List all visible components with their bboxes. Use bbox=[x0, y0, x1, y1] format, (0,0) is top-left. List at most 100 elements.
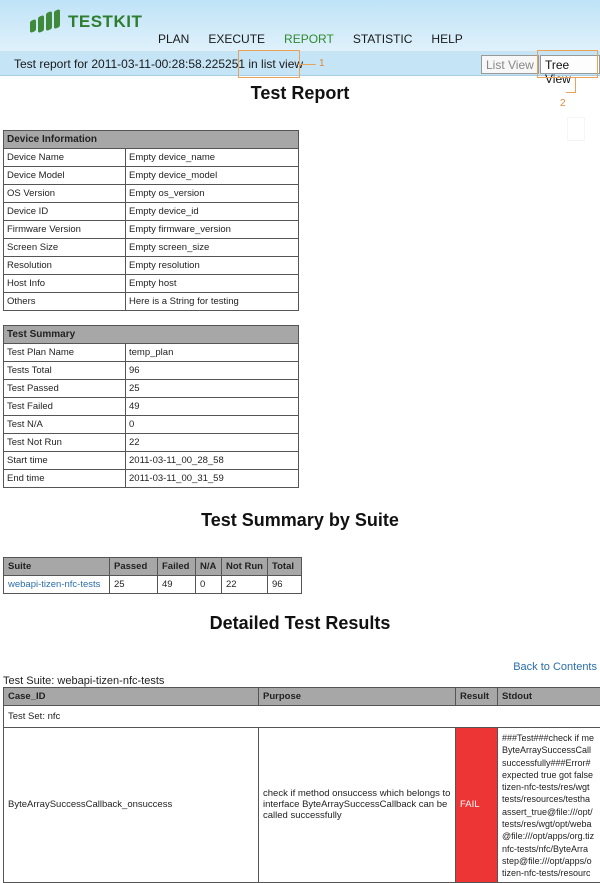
logo-icon bbox=[30, 10, 64, 34]
nav-plan[interactable]: PLAN bbox=[158, 32, 189, 46]
summary-value: 0 bbox=[126, 416, 299, 434]
summary-value: 22 bbox=[126, 434, 299, 452]
detailed-results-title: Detailed Test Results bbox=[0, 613, 600, 634]
testkit-logo[interactable]: TESTKIT bbox=[30, 10, 142, 34]
summary-key: Start time bbox=[4, 452, 126, 470]
annotation-leader-1 bbox=[300, 64, 316, 65]
back-to-contents-link[interactable]: Back to Contents bbox=[513, 661, 597, 673]
info-key: OS Version bbox=[4, 185, 126, 203]
col-passed: Passed bbox=[110, 558, 158, 576]
col-failed: Failed bbox=[158, 558, 196, 576]
nav-statistic[interactable]: STATISTIC bbox=[353, 32, 413, 46]
summary-key: Test Plan Name bbox=[4, 344, 126, 362]
suite-summary-title: Test Summary by Suite bbox=[0, 510, 600, 531]
col-total: Total bbox=[268, 558, 302, 576]
annotation-box-tree-view bbox=[537, 50, 598, 78]
info-key: Firmware Version bbox=[4, 221, 126, 239]
suite-label: Test Suite: webapi-tizen-nfc-tests bbox=[3, 675, 164, 687]
col-not-run: Not Run bbox=[222, 558, 268, 576]
summary-key: Test Failed bbox=[4, 398, 126, 416]
col-stdout: Stdout bbox=[498, 688, 600, 706]
passed-count: 25 bbox=[110, 576, 158, 594]
nav-execute[interactable]: EXECUTE bbox=[208, 32, 265, 46]
summary-key: Test Passed bbox=[4, 380, 126, 398]
info-key: Host Info bbox=[4, 275, 126, 293]
info-value: Empty firmware_version bbox=[126, 221, 299, 239]
summary-value: 2011-03-11_00_28_58 bbox=[126, 452, 299, 470]
detailed-results-table: Case_ID Purpose Result Stdout Test Set: … bbox=[3, 687, 600, 883]
table-row: Screen SizeEmpty screen_size bbox=[4, 239, 299, 257]
table-row: Test Plan Nametemp_plan bbox=[4, 344, 299, 362]
table-row: Device NameEmpty device_name bbox=[4, 149, 299, 167]
purpose: check if method onsuccess which belongs … bbox=[259, 728, 456, 883]
case-id: ByteArraySuccessCallback_onsuccess bbox=[4, 728, 259, 883]
col-suite: Suite bbox=[4, 558, 110, 576]
info-key: Device Name bbox=[4, 149, 126, 167]
table-row: ResolutionEmpty resolution bbox=[4, 257, 299, 275]
blank-box bbox=[568, 118, 584, 140]
test-summary-table: Test Summary Test Plan Nametemp_plan Tes… bbox=[3, 325, 299, 488]
col-na: N/A bbox=[196, 558, 222, 576]
info-value: Empty os_version bbox=[126, 185, 299, 203]
table-row: Test Passed25 bbox=[4, 380, 299, 398]
nav-report[interactable]: REPORT bbox=[284, 32, 334, 46]
page-title: Test Report bbox=[0, 83, 600, 104]
table-row: ByteArraySuccessCallback_onsuccess check… bbox=[4, 728, 600, 883]
summary-value: 2011-03-11_00_31_59 bbox=[126, 470, 299, 488]
summary-value: temp_plan bbox=[126, 344, 299, 362]
logo-text: TESTKIT bbox=[68, 12, 142, 32]
stdout: ###Test###check if me ByteArraySuccessCa… bbox=[498, 728, 600, 883]
table-row: Test Failed49 bbox=[4, 398, 299, 416]
summary-key: Test N/A bbox=[4, 416, 126, 434]
table-row: End time2011-03-11_00_31_59 bbox=[4, 470, 299, 488]
device-info-header: Device Information bbox=[4, 131, 299, 149]
nav-help[interactable]: HELP bbox=[431, 32, 462, 46]
col-result: Result bbox=[456, 688, 498, 706]
test-summary-header: Test Summary bbox=[4, 326, 299, 344]
device-info-table: Device Information Device NameEmpty devi… bbox=[3, 130, 299, 311]
table-row: webapi-tizen-nfc-tests 25 49 0 22 96 bbox=[4, 576, 302, 594]
info-key: Device ID bbox=[4, 203, 126, 221]
summary-key: Tests Total bbox=[4, 362, 126, 380]
col-case-id: Case_ID bbox=[4, 688, 259, 706]
summary-key: Test Not Run bbox=[4, 434, 126, 452]
table-row: Host InfoEmpty host bbox=[4, 275, 299, 293]
main-nav: PLAN EXECUTE REPORT STATISTIC HELP bbox=[158, 32, 482, 46]
summary-key: End time bbox=[4, 470, 126, 488]
test-set-label: Test Set: nfc bbox=[4, 706, 600, 728]
not-run-count: 22 bbox=[222, 576, 268, 594]
info-key: Device Model bbox=[4, 167, 126, 185]
result-badge: FAIL bbox=[456, 728, 498, 883]
summary-value: 49 bbox=[126, 398, 299, 416]
table-row: Start time2011-03-11_00_28_58 bbox=[4, 452, 299, 470]
info-value: Empty host bbox=[126, 275, 299, 293]
info-key: Resolution bbox=[4, 257, 126, 275]
list-view-button[interactable]: List View bbox=[481, 55, 539, 74]
summary-value: 25 bbox=[126, 380, 299, 398]
suite-link[interactable]: webapi-tizen-nfc-tests bbox=[8, 579, 100, 590]
info-value: Empty device_name bbox=[126, 149, 299, 167]
info-key: Others bbox=[4, 293, 126, 311]
table-row: Firmware VersionEmpty firmware_version bbox=[4, 221, 299, 239]
info-value: Empty device_model bbox=[126, 167, 299, 185]
annotation-number-1: 1 bbox=[319, 58, 325, 69]
table-row: Test Not Run22 bbox=[4, 434, 299, 452]
annotation-box-list-view bbox=[238, 50, 300, 78]
suite-summary-table: Suite Passed Failed N/A Not Run Total we… bbox=[3, 557, 302, 594]
info-value: Empty device_id bbox=[126, 203, 299, 221]
table-row: Tests Total96 bbox=[4, 362, 299, 380]
table-row: Test N/A0 bbox=[4, 416, 299, 434]
total-count: 96 bbox=[268, 576, 302, 594]
table-row: Device IDEmpty device_id bbox=[4, 203, 299, 221]
table-row: OthersHere is a String for testing bbox=[4, 293, 299, 311]
info-key: Screen Size bbox=[4, 239, 126, 257]
info-value: Here is a String for testing bbox=[126, 293, 299, 311]
table-row: OS VersionEmpty os_version bbox=[4, 185, 299, 203]
failed-count: 49 bbox=[158, 576, 196, 594]
col-purpose: Purpose bbox=[259, 688, 456, 706]
na-count: 0 bbox=[196, 576, 222, 594]
table-row: Device ModelEmpty device_model bbox=[4, 167, 299, 185]
test-set-row: Test Set: nfc bbox=[4, 706, 600, 728]
summary-value: 96 bbox=[126, 362, 299, 380]
top-header: TESTKIT PLAN EXECUTE REPORT STATISTIC HE… bbox=[0, 0, 600, 52]
